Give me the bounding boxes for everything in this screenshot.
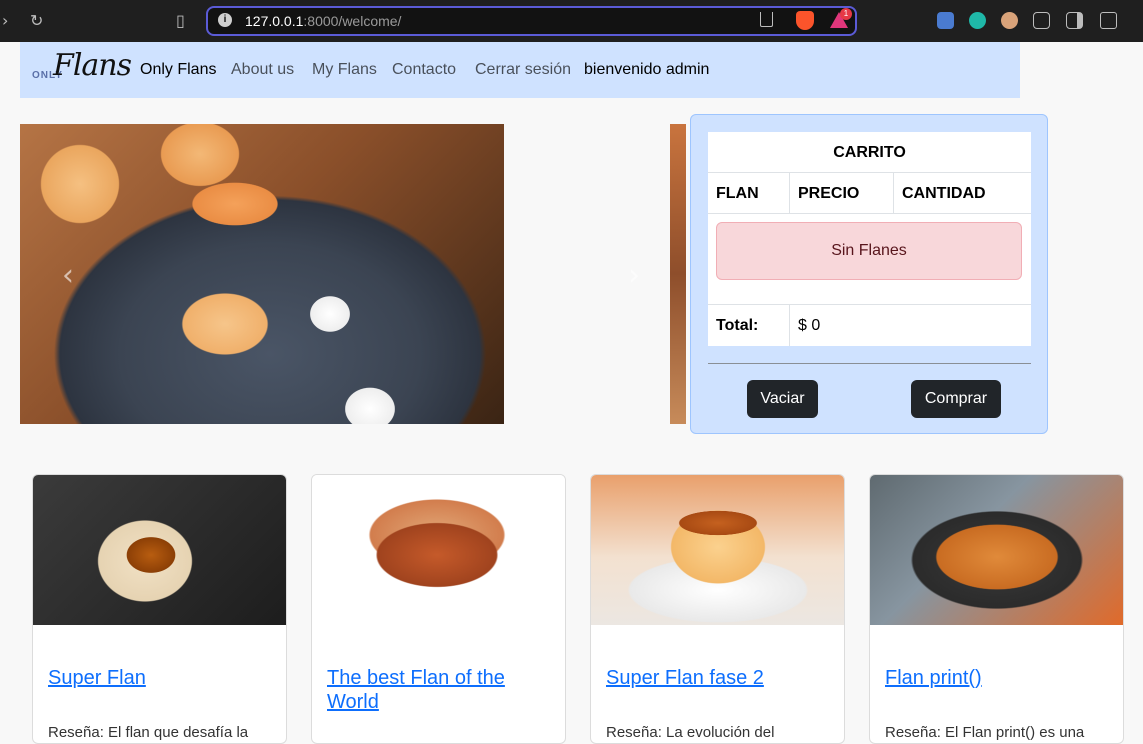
empty-cart-alert: Sin Flanes bbox=[716, 222, 1022, 280]
total-label: Total: bbox=[716, 317, 759, 334]
notification-badge: 1 bbox=[840, 8, 852, 20]
translate-extension-icon[interactable] bbox=[937, 12, 954, 29]
product-card: The best Flan of the World bbox=[311, 474, 566, 744]
back-icon[interactable]: › bbox=[2, 11, 8, 30]
cart-empty-row: Sin Flanes bbox=[708, 214, 1031, 305]
product-image bbox=[870, 475, 1123, 625]
address-bar[interactable]: i 127.0.0.1:8000/welcome/ 1 bbox=[206, 6, 857, 36]
share-icon[interactable] bbox=[760, 12, 773, 27]
product-card: Flan print() Reseña: El Flan print() es … bbox=[869, 474, 1124, 744]
nav-only-flans[interactable]: Only Flans bbox=[140, 61, 216, 79]
nav-cerrar-sesion[interactable]: Cerrar sesión bbox=[475, 61, 571, 79]
column-header-cantidad: CANTIDAD bbox=[902, 185, 986, 202]
cart-table: CARRITO FLAN PRECIO CANTIDAD Sin Flanes … bbox=[708, 132, 1031, 346]
product-card: Super Flan fase 2 Reseña: La evolución d… bbox=[590, 474, 845, 744]
product-title-link[interactable]: Super Flan fase 2 bbox=[606, 666, 831, 690]
nav-my-flans[interactable]: My Flans bbox=[312, 61, 377, 79]
brand-logo-script[interactable]: Flans bbox=[53, 48, 132, 83]
total-value: $ 0 bbox=[798, 317, 821, 334]
extensions-puzzle-icon[interactable] bbox=[1033, 12, 1050, 29]
cart-title: CARRITO bbox=[708, 132, 1031, 173]
cart-panel: CARRITO FLAN PRECIO CANTIDAD Sin Flanes … bbox=[690, 114, 1048, 434]
extension-icon[interactable] bbox=[969, 12, 986, 29]
product-review-text: Reseña: El Flan print() es una bbox=[885, 724, 1085, 741]
buy-button[interactable]: Comprar bbox=[911, 380, 1001, 418]
url-text: 127.0.0.1:8000/welcome/ bbox=[245, 13, 401, 29]
column-divider bbox=[789, 305, 790, 346]
nav-contacto[interactable]: Contacto bbox=[392, 61, 456, 79]
url-path: :8000/welcome/ bbox=[303, 13, 402, 29]
site-navbar: ONLY Flans Only Flans About us My Flans … bbox=[20, 42, 1020, 98]
product-review-text: Reseña: El flan que desafía la bbox=[48, 724, 249, 741]
product-title-link[interactable]: The best Flan of the World bbox=[327, 666, 552, 714]
column-divider bbox=[893, 173, 894, 213]
sidebar-icon[interactable] bbox=[1066, 12, 1083, 29]
carousel-prev-icon[interactable]: ‹ bbox=[62, 258, 74, 293]
carousel-next-slide-image bbox=[670, 124, 686, 424]
brave-shields-icon[interactable] bbox=[796, 11, 814, 30]
carousel-next-icon[interactable]: › bbox=[628, 258, 640, 293]
empty-cart-button[interactable]: Vaciar bbox=[747, 380, 818, 418]
column-divider bbox=[789, 173, 790, 213]
welcome-user-text: bienvenido admin bbox=[584, 61, 710, 78]
product-image bbox=[33, 475, 286, 625]
bookmark-icon[interactable]: ▯ bbox=[176, 11, 185, 30]
wallet-icon[interactable] bbox=[1100, 12, 1117, 29]
column-header-precio: PRECIO bbox=[798, 185, 860, 202]
product-review-text: Reseña: La evolución del bbox=[606, 724, 775, 741]
extension-icon[interactable] bbox=[1001, 12, 1018, 29]
product-title-link[interactable]: Flan print() bbox=[885, 666, 1110, 690]
product-title-link[interactable]: Super Flan bbox=[48, 666, 273, 690]
product-card: Super Flan Reseña: El flan que desafía l… bbox=[32, 474, 287, 744]
product-image bbox=[591, 475, 844, 625]
cart-divider bbox=[708, 363, 1031, 364]
site-info-icon[interactable]: i bbox=[218, 13, 232, 27]
nav-about-us[interactable]: About us bbox=[231, 61, 294, 79]
cart-total-row: Total: $ 0 bbox=[708, 305, 1031, 346]
browser-toolbar: › ↻ ▯ i 127.0.0.1:8000/welcome/ 1 bbox=[0, 0, 1143, 42]
url-host: 127.0.0.1 bbox=[245, 13, 304, 29]
carousel-slide-image bbox=[20, 124, 504, 424]
product-image bbox=[312, 475, 565, 625]
reload-icon[interactable]: ↻ bbox=[30, 11, 43, 30]
cart-header-row: FLAN PRECIO CANTIDAD bbox=[708, 173, 1031, 214]
column-header-flan: FLAN bbox=[716, 185, 759, 202]
